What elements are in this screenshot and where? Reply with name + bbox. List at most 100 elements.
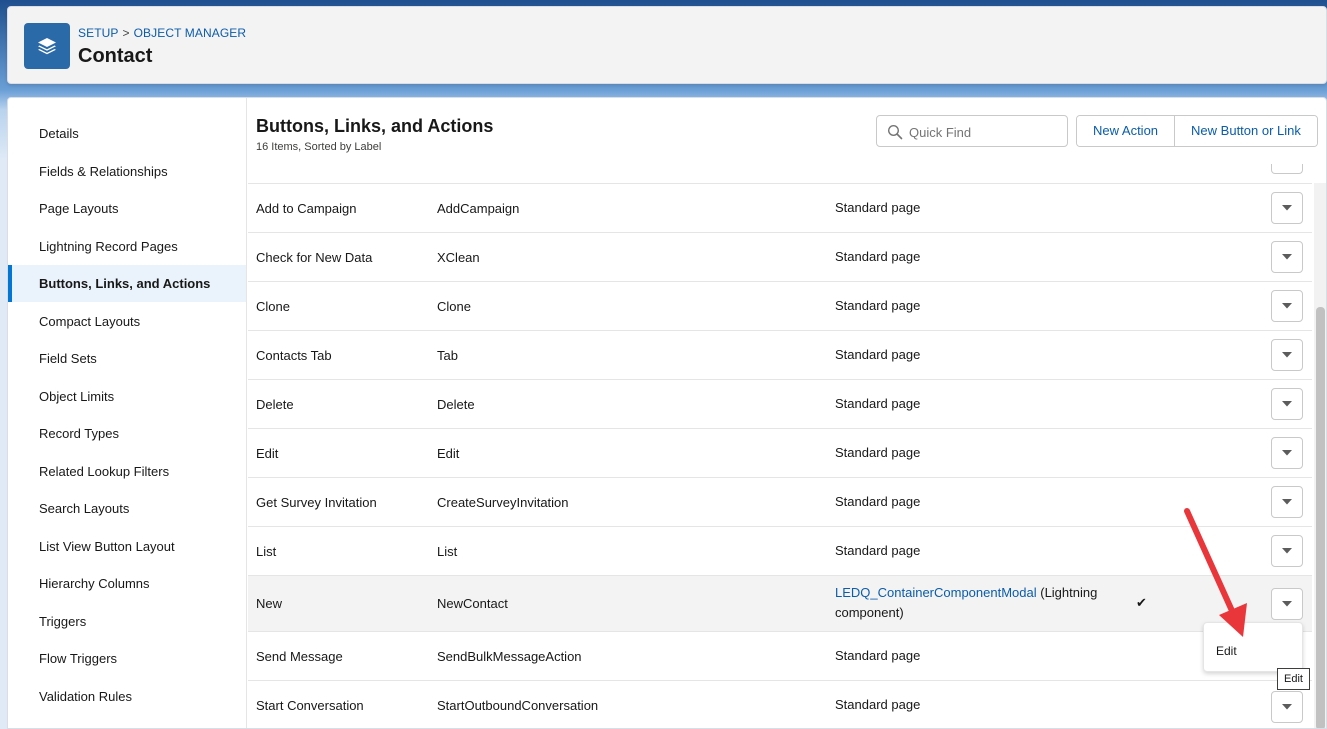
cell-override: Standard page	[835, 249, 921, 264]
sidebar-item-lightning-record-pages[interactable]: Lightning Record Pages	[8, 228, 246, 265]
sidebar-item-buttons-links-actions[interactable]: Buttons, Links, and Actions	[8, 265, 246, 302]
chevron-down-icon	[1282, 303, 1292, 309]
cell-override: Standard page	[835, 543, 921, 558]
cell-label[interactable]: Delete	[256, 397, 294, 412]
object-sidebar: Details Fields & Relationships Page Layo…	[8, 98, 247, 728]
cell-override: Standard page	[835, 396, 921, 411]
table-row: Get Survey Invitation CreateSurveyInvita…	[248, 478, 1312, 527]
tooltip: Edit	[1277, 668, 1310, 690]
cell-override: Standard page	[835, 697, 921, 712]
cell-label[interactable]: Send Message	[256, 649, 343, 664]
table-row: Delete Delete Standard page	[248, 380, 1312, 429]
cell-name: NewContact	[437, 596, 508, 611]
breadcrumb: SETUP > OBJECT MANAGER	[78, 26, 246, 40]
page-header: SETUP > OBJECT MANAGER Contact	[7, 6, 1327, 84]
content-panel: Buttons, Links, and Actions 16 Items, So…	[248, 98, 1326, 728]
quick-find-input[interactable]	[909, 122, 1059, 142]
cell-label[interactable]: Start Conversation	[256, 698, 364, 713]
cell-name: List	[437, 544, 458, 559]
cell-label[interactable]: Check for New Data	[256, 250, 372, 265]
sidebar-item-compact-layouts[interactable]: Compact Layouts	[8, 303, 246, 340]
cell-label[interactable]: Clone	[256, 299, 290, 314]
sidebar-item-hierarchy-columns[interactable]: Hierarchy Columns	[8, 565, 246, 602]
table-row: List List Standard page	[248, 527, 1312, 576]
override-link[interactable]: LEDQ_ContainerComponentModal	[835, 585, 1037, 600]
cell-name: CreateSurveyInvitation	[437, 495, 569, 510]
cell-override: Standard page	[835, 445, 921, 460]
header-button-group: New Action New Button or Link	[1076, 115, 1318, 147]
cell-name: StartOutboundConversation	[437, 698, 599, 713]
row-menu-button[interactable]	[1271, 588, 1303, 620]
chevron-down-icon	[1282, 254, 1292, 260]
cell-name: XClean	[437, 250, 480, 265]
sidebar-item-flow-triggers[interactable]: Flow Triggers	[8, 640, 246, 677]
cell-override: Standard page	[835, 347, 921, 362]
sidebar-item-page-layouts[interactable]: Page Layouts	[8, 190, 246, 227]
sidebar-item-field-sets[interactable]: Field Sets	[8, 340, 246, 377]
table-row: Start Conversation StartOutboundConversa…	[248, 681, 1312, 728]
cell-override: LEDQ_ContainerComponentModal (Lightning …	[835, 583, 1135, 623]
quick-find	[876, 115, 1068, 147]
vertical-scrollbar[interactable]	[1314, 183, 1326, 728]
row-menu-button[interactable]	[1271, 192, 1303, 224]
chevron-down-icon	[1282, 401, 1292, 407]
chevron-down-icon	[1282, 450, 1292, 456]
table-row: Edit Edit Standard page	[248, 429, 1312, 478]
section-subtitle: 16 Items, Sorted by Label	[256, 141, 382, 153]
actions-table: Add to Campaign AddCampaign Standard pag…	[248, 183, 1312, 728]
row-menu-button[interactable]	[1271, 339, 1303, 371]
cell-label[interactable]: Add to Campaign	[256, 201, 356, 216]
breadcrumb-separator: >	[122, 26, 130, 40]
breadcrumb-object-manager[interactable]: OBJECT MANAGER	[134, 26, 247, 40]
chevron-down-icon	[1282, 499, 1292, 505]
chevron-down-icon	[1282, 352, 1292, 358]
chevron-down-icon	[1282, 601, 1292, 607]
cell-name: Edit	[437, 446, 460, 461]
sidebar-item-object-limits[interactable]: Object Limits	[8, 378, 246, 415]
row-menu-button[interactable]	[1271, 164, 1303, 174]
sidebar-item-fields-relationships[interactable]: Fields & Relationships	[8, 153, 246, 190]
row-menu-button[interactable]	[1271, 691, 1303, 723]
sidebar-item-validation-rules[interactable]: Validation Rules	[8, 678, 246, 715]
cell-label[interactable]: Get Survey Invitation	[256, 495, 377, 510]
cell-override: Standard page	[835, 298, 921, 313]
cell-label[interactable]: Edit	[256, 446, 278, 461]
sidebar-item-search-layouts[interactable]: Search Layouts	[8, 490, 246, 527]
breadcrumb-setup[interactable]: SETUP	[78, 26, 119, 40]
table-row: Contacts Tab Tab Standard page	[248, 331, 1312, 380]
cell-label[interactable]: Contacts Tab	[256, 348, 332, 363]
cell-name: Clone	[437, 299, 471, 314]
row-menu-button[interactable]	[1271, 437, 1303, 469]
page-title: Contact	[78, 45, 153, 67]
table-row: Add to Campaign AddCampaign Standard pag…	[248, 184, 1312, 233]
sidebar-item-related-lookup-filters[interactable]: Related Lookup Filters	[8, 453, 246, 490]
new-button-or-link-button[interactable]: New Button or Link	[1174, 116, 1317, 146]
layers-icon	[24, 23, 70, 69]
cell-override: Standard page	[835, 200, 921, 215]
annotation-arrow-icon	[1184, 508, 1247, 637]
row-menu-button[interactable]	[1271, 486, 1303, 518]
search-icon	[887, 124, 903, 140]
chevron-down-icon	[1282, 704, 1292, 710]
cell-name: Delete	[437, 397, 475, 412]
main-card: Details Fields & Relationships Page Layo…	[7, 97, 1327, 729]
chevron-down-icon	[1282, 205, 1292, 211]
row-menu-button[interactable]	[1271, 290, 1303, 322]
table-row: Send Message SendBulkMessageAction Stand…	[248, 632, 1312, 681]
cell-name: Tab	[437, 348, 458, 363]
sidebar-item-triggers[interactable]: Triggers	[8, 603, 246, 640]
table-row: Check for New Data XClean Standard page	[248, 233, 1312, 282]
sidebar-item-record-types[interactable]: Record Types	[8, 415, 246, 452]
cell-label[interactable]: New	[256, 596, 282, 611]
row-menu-button[interactable]	[1271, 388, 1303, 420]
sidebar-item-list-view-button-layout[interactable]: List View Button Layout	[8, 528, 246, 565]
checkmark-icon: ✔	[1136, 595, 1147, 610]
row-menu-button[interactable]	[1271, 535, 1303, 567]
new-action-button[interactable]: New Action	[1077, 116, 1175, 146]
scrollbar-thumb[interactable]	[1316, 307, 1325, 728]
cell-name: SendBulkMessageAction	[437, 649, 582, 664]
cell-label[interactable]: List	[256, 544, 276, 559]
sidebar-item-details[interactable]: Details	[8, 115, 246, 152]
section-title: Buttons, Links, and Actions	[256, 116, 494, 136]
row-menu-button[interactable]	[1271, 241, 1303, 273]
